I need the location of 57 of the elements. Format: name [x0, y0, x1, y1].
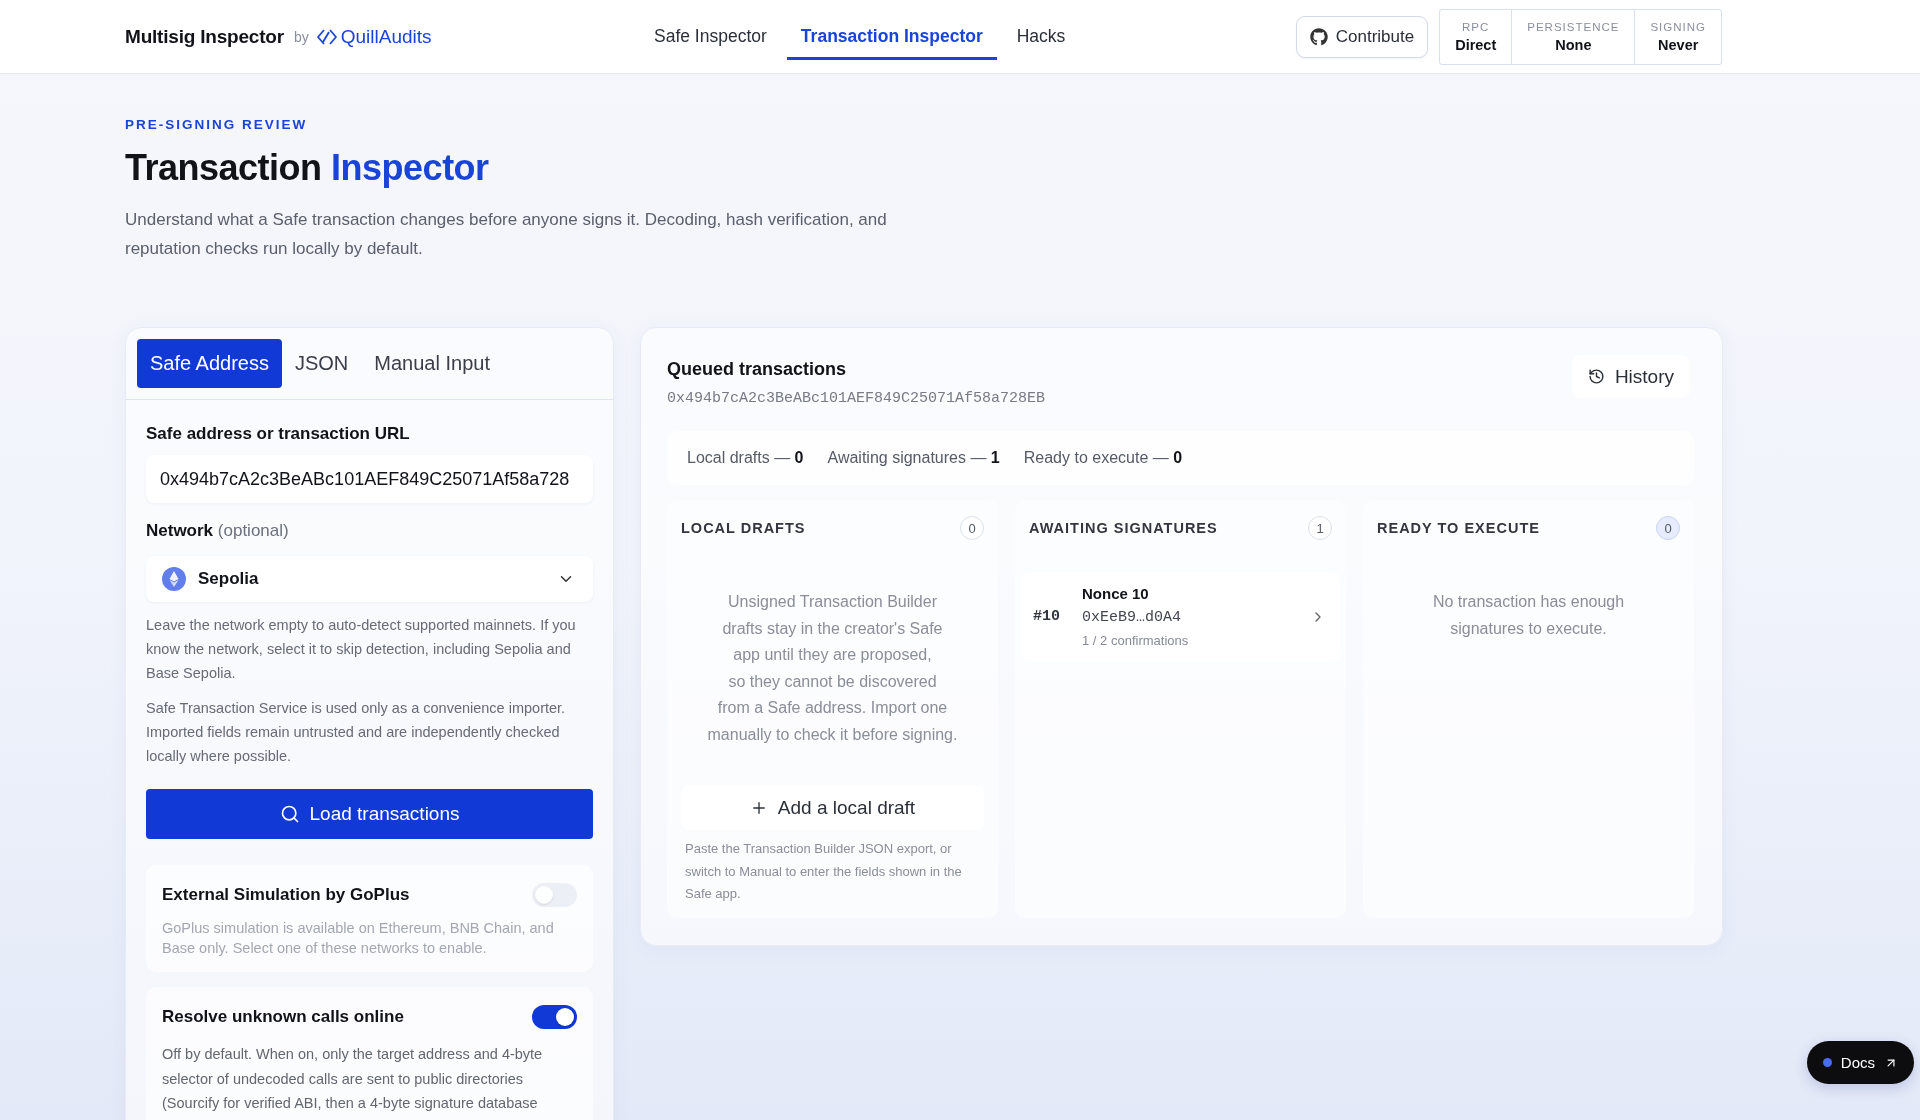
summary-item: Ready to execute — 0: [1023, 449, 1183, 467]
confirmations-text: 1 / 2 confirmations: [1082, 631, 1190, 650]
status-label: SIGNING: [1650, 20, 1706, 33]
empty-state-text: No transaction has enough signatures to execute.: [1431, 592, 1626, 639]
nav-tab[interactable]: Safe Inspector: [640, 15, 781, 60]
transaction-number: #10: [1033, 608, 1060, 625]
input-tab[interactable]: Safe Address: [137, 339, 282, 388]
toggle-switch[interactable]: [532, 1005, 577, 1029]
count-badge: 0: [960, 516, 984, 540]
ethereum-icon: [162, 567, 186, 591]
history-icon: [1587, 368, 1605, 385]
safe-address: 0x494b7cA2c3BeABc101AEF849C25071Af58a728EB: [667, 389, 1046, 409]
by-label: by: [293, 28, 309, 45]
history-button[interactable]: History: [1571, 355, 1690, 398]
help-text: Safe Transaction Service is used only as a convenience importer. Imported fields remain untrusted and are independently checked locally where possible.: [146, 699, 567, 766]
panel-title: Queued transactions: [667, 358, 848, 380]
empty-state-text: Unsigned Transaction Builder drafts stay in the creator's Safe app until they are proposed, so they cannot be discovered from a Safe address. Import one manually to check it before signing.: [706, 592, 959, 745]
search-icon: [279, 804, 300, 824]
status-value: Direct: [1455, 36, 1497, 53]
setting-title: Resolve unknown calls online: [162, 1006, 404, 1028]
help-text: Leave the network empty to auto-detect supported mainnets. If you know the network, select it to skip detection, including Sepolia and Base Sepolia.: [146, 616, 577, 683]
setting-description: Off by default. When on, only the target address and 4-byte selector of undecoded calls are sent to public directories (Sourcify for verified ABI, then a 4-byte signature database: [162, 1045, 544, 1113]
network-select[interactable]: Sepolia: [146, 556, 593, 602]
status-value: Never: [1658, 36, 1699, 53]
add-draft-button[interactable]: Add a local draft: [681, 785, 984, 830]
summary-item: Awaiting signatures — 1: [827, 449, 1000, 467]
input-tab[interactable]: Manual Input: [361, 339, 503, 388]
contribute-button[interactable]: Contribute: [1295, 15, 1429, 58]
field-label: Safe address or transaction URL: [146, 424, 411, 444]
github-icon: [1309, 27, 1328, 46]
docs-button[interactable]: Docs: [1806, 1041, 1914, 1084]
count-badge: 0: [1656, 516, 1680, 540]
load-transactions-button[interactable]: Load transactions: [146, 789, 593, 839]
nonce-label: Nonce 10: [1082, 583, 1150, 604]
status-dot-icon: [1822, 1058, 1832, 1067]
status-value: None: [1555, 36, 1592, 53]
column-title: LOCAL DRAFTS: [681, 520, 806, 536]
count-badge: 1: [1308, 516, 1332, 540]
summary-item: Local drafts — 0: [687, 449, 804, 467]
column-title: AWAITING SIGNATURES: [1029, 520, 1218, 536]
page-description: Understand what a Safe transaction changes before anyone signs it. Decoding, hash verification, and reputation checks run locally by default.: [125, 209, 888, 260]
brand-name: QuillAudits: [340, 25, 432, 48]
nav-tab[interactable]: Hacks: [1002, 15, 1080, 60]
app-title: Multisig Inspector: [125, 25, 284, 48]
status-label: RPC: [1462, 20, 1490, 33]
page-title: Transaction Inspector: [125, 146, 490, 190]
setting-title: External Simulation by GoPlus: [162, 884, 410, 906]
setting-description: GoPlus simulation is available on Ethereum, BNB Chain, and Base only. Select one of these networks to enable.: [162, 919, 555, 958]
transaction-address: 0xEeB9…d0A4: [1082, 607, 1183, 628]
status-label: PERSISTENCE: [1527, 20, 1620, 33]
nav-tab[interactable]: Transaction Inspector: [786, 15, 997, 60]
column-title: READY TO EXECUTE: [1377, 520, 1540, 536]
add-draft-hint: Paste the Transaction Builder JSON export, or switch to Manual to enter the fields shown in the Safe app.: [684, 840, 963, 903]
eyebrow-label: PRE-SIGNING REVIEW: [125, 117, 309, 133]
field-label: Network (optional): [146, 521, 290, 541]
address-input[interactable]: 0x494b7cA2c3BeABc101AEF849C25071Af58a728: [146, 455, 593, 503]
input-tab[interactable]: JSON: [281, 339, 362, 388]
